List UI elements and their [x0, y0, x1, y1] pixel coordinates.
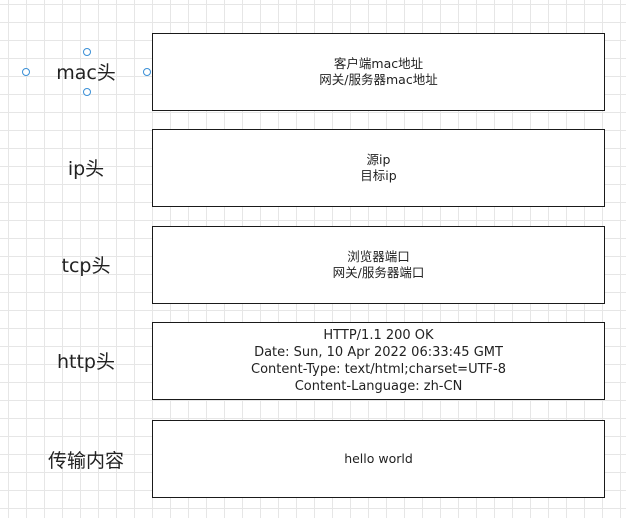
- box-text-line: 网关/服务器端口: [332, 265, 425, 280]
- label-http-header[interactable]: http头: [16, 350, 156, 374]
- selection-handle-left[interactable]: [22, 68, 30, 76]
- selection-handle-right[interactable]: [143, 68, 151, 76]
- box-tcp-header[interactable]: 浏览器端口 网关/服务器端口: [152, 226, 605, 304]
- diagram-canvas: mac头 客户端mac地址 网关/服务器mac地址 ip头 源ip 目标ip t…: [0, 0, 626, 518]
- label-mac-header[interactable]: mac头: [16, 61, 156, 85]
- selection-handle-top[interactable]: [83, 48, 91, 56]
- box-ip-header[interactable]: 源ip 目标ip: [152, 129, 605, 207]
- box-text-line: 源ip: [366, 152, 391, 167]
- box-text-line: HTTP/1.1 200 OK: [323, 328, 434, 343]
- selection-handle-bottom[interactable]: [83, 88, 91, 96]
- label-tcp-header[interactable]: tcp头: [16, 254, 156, 278]
- box-http-header[interactable]: HTTP/1.1 200 OK Date: Sun, 10 Apr 2022 0…: [152, 322, 605, 400]
- box-text-line: Content-Language: zh-CN: [294, 379, 463, 394]
- box-text-line: hello world: [344, 451, 413, 466]
- box-text-line: Date: Sun, 10 Apr 2022 06:33:45 GMT: [254, 345, 503, 360]
- box-text-line: Content-Type: text/html;charset=UTF-8: [251, 362, 506, 377]
- box-text-line: 客户端mac地址: [333, 56, 424, 71]
- box-text-line: 网关/服务器mac地址: [319, 72, 438, 87]
- box-text-line: 目标ip: [360, 168, 397, 183]
- box-payload[interactable]: hello world: [152, 420, 605, 498]
- box-mac-header[interactable]: 客户端mac地址 网关/服务器mac地址: [152, 33, 605, 111]
- label-ip-header[interactable]: ip头: [16, 157, 156, 181]
- label-payload[interactable]: 传输内容: [16, 449, 156, 473]
- box-text-line: 浏览器端口: [347, 249, 410, 264]
